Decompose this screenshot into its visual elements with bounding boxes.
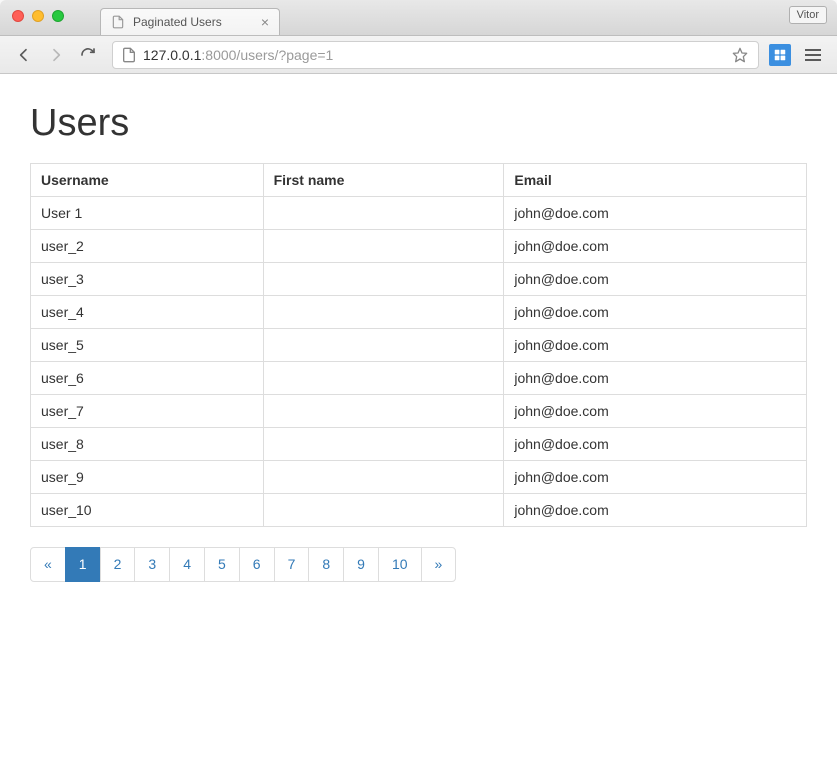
cell-email: john@doe.com — [504, 494, 807, 527]
table-row: user_10 john@doe.com — [31, 494, 807, 527]
cell-first-name — [263, 362, 504, 395]
cell-first-name — [263, 461, 504, 494]
url-host: 127.0.0.1 — [143, 47, 201, 63]
cell-email: john@doe.com — [504, 395, 807, 428]
page-7[interactable]: 7 — [274, 547, 310, 582]
close-tab-button[interactable]: × — [261, 15, 269, 29]
cell-email: john@doe.com — [504, 428, 807, 461]
page-5[interactable]: 5 — [204, 547, 240, 582]
page-next[interactable]: » — [421, 547, 457, 582]
table-row: user_5 john@doe.com — [31, 329, 807, 362]
cell-first-name — [263, 494, 504, 527]
browser-window: Paginated Users × Vitor — [0, 0, 837, 777]
cell-username: user_6 — [31, 362, 264, 395]
table-header-row: Username First name Email — [31, 164, 807, 197]
cell-first-name — [263, 296, 504, 329]
cell-username: User 1 — [31, 197, 264, 230]
hamburger-icon — [805, 54, 821, 56]
cell-first-name — [263, 230, 504, 263]
table-row: user_8 john@doe.com — [31, 428, 807, 461]
cell-email: john@doe.com — [504, 461, 807, 494]
minimize-window-button[interactable] — [32, 10, 44, 22]
users-table: Username First name Email User 1 john@doe… — [30, 163, 807, 527]
cell-email: john@doe.com — [504, 263, 807, 296]
page-6[interactable]: 6 — [239, 547, 275, 582]
table-row: user_4 john@doe.com — [31, 296, 807, 329]
browser-tab[interactable]: Paginated Users × — [100, 8, 280, 35]
menu-button[interactable] — [799, 41, 827, 69]
cell-first-name — [263, 197, 504, 230]
cell-first-name — [263, 395, 504, 428]
cell-first-name — [263, 329, 504, 362]
cell-email: john@doe.com — [504, 197, 807, 230]
col-email: Email — [504, 164, 807, 197]
cell-username: user_7 — [31, 395, 264, 428]
tab-title: Paginated Users — [133, 15, 222, 29]
page-3[interactable]: 3 — [134, 547, 170, 582]
cell-username: user_5 — [31, 329, 264, 362]
page-prev[interactable]: « — [30, 547, 66, 582]
page-title: Users — [30, 102, 807, 145]
forward-button[interactable] — [42, 41, 70, 69]
bookmark-star-icon[interactable] — [732, 47, 748, 63]
toolbar: 127.0.0.1:8000/users/?page=1 — [0, 36, 837, 74]
page-2[interactable]: 2 — [100, 547, 136, 582]
cell-email: john@doe.com — [504, 329, 807, 362]
profile-name: Vitor — [797, 9, 819, 21]
cell-username: user_4 — [31, 296, 264, 329]
pagination: «12345678910» — [30, 547, 807, 582]
table-row: user_3 john@doe.com — [31, 263, 807, 296]
col-username: Username — [31, 164, 264, 197]
window-controls — [12, 10, 64, 22]
table-row: user_6 john@doe.com — [31, 362, 807, 395]
page-4[interactable]: 4 — [169, 547, 205, 582]
table-row: user_7 john@doe.com — [31, 395, 807, 428]
page-content: Users Username First name Email User 1 jo… — [0, 74, 837, 777]
cell-username: user_3 — [31, 263, 264, 296]
cell-email: john@doe.com — [504, 362, 807, 395]
url-text: 127.0.0.1:8000/users/?page=1 — [143, 47, 333, 63]
close-window-button[interactable] — [12, 10, 24, 22]
page-file-icon — [121, 47, 137, 63]
address-bar[interactable]: 127.0.0.1:8000/users/?page=1 — [112, 41, 759, 69]
cell-username: user_8 — [31, 428, 264, 461]
cell-username: user_10 — [31, 494, 264, 527]
page-file-icon — [111, 15, 125, 29]
profile-chip[interactable]: Vitor — [789, 6, 827, 24]
page-9[interactable]: 9 — [343, 547, 379, 582]
cell-username: user_9 — [31, 461, 264, 494]
cell-email: john@doe.com — [504, 230, 807, 263]
page-8[interactable]: 8 — [308, 547, 344, 582]
reload-button[interactable] — [74, 41, 102, 69]
page-1[interactable]: 1 — [65, 547, 101, 582]
maximize-window-button[interactable] — [52, 10, 64, 22]
col-first-name: First name — [263, 164, 504, 197]
table-row: user_2 john@doe.com — [31, 230, 807, 263]
table-row: user_9 john@doe.com — [31, 461, 807, 494]
url-path: :8000/users/?page=1 — [201, 47, 333, 63]
table-row: User 1 john@doe.com — [31, 197, 807, 230]
cell-first-name — [263, 428, 504, 461]
cell-email: john@doe.com — [504, 296, 807, 329]
page-10[interactable]: 10 — [378, 547, 422, 582]
cell-first-name — [263, 263, 504, 296]
titlebar: Paginated Users × Vitor — [0, 0, 837, 36]
extension-icon[interactable] — [769, 44, 791, 66]
back-button[interactable] — [10, 41, 38, 69]
cell-username: user_2 — [31, 230, 264, 263]
